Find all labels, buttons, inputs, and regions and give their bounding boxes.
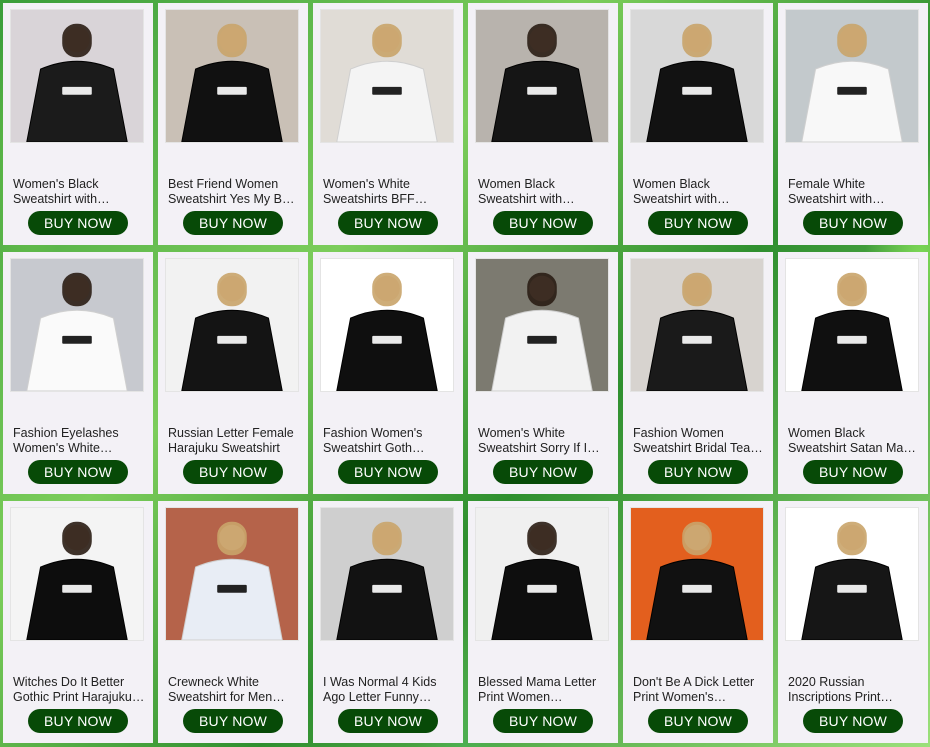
buy-now-button[interactable]: BUY NOW — [338, 460, 438, 484]
product-title[interactable]: Fashion Women Sweatshirt Bridal Team Bri… — [633, 426, 765, 456]
product-image[interactable] — [785, 507, 919, 641]
buy-now-button[interactable]: BUY NOW — [803, 709, 903, 733]
product-title[interactable]: Female White Sweatshirt with Russian Let… — [788, 177, 920, 207]
product-image[interactable] — [165, 258, 299, 392]
product-image[interactable] — [165, 507, 299, 641]
sweatshirt-photo — [786, 10, 918, 142]
product-card-11[interactable]: Fashion Women Sweatshirt Bridal Team Bri… — [623, 252, 773, 494]
product-card-15[interactable]: I Was Normal 4 Kids Ago Letter Funny Swe… — [313, 501, 463, 743]
sweatshirt-photo — [166, 259, 298, 391]
product-title[interactable]: Women's Black Sweatshirt with Slogans — [13, 177, 145, 207]
product-image[interactable] — [10, 507, 144, 641]
sweatshirt-photo — [786, 508, 918, 640]
product-card-12[interactable]: Women Black Sweatshirt Satan Make Me Do … — [778, 252, 928, 494]
buy-now-button[interactable]: BUY NOW — [28, 460, 128, 484]
product-title[interactable]: Best Friend Women Sweatshirt Yes My BFF … — [168, 177, 300, 207]
product-card-5[interactable]: Women Black Sweatshirt with Russian Insc… — [623, 3, 773, 245]
product-title[interactable]: Blessed Mama Letter Print Women Sweatshi… — [478, 675, 610, 705]
product-image[interactable] — [10, 9, 144, 143]
product-card-6[interactable]: Female White Sweatshirt with Russian Let… — [778, 3, 928, 245]
buy-now-button[interactable]: BUY NOW — [648, 211, 748, 235]
sweatshirt-photo — [631, 10, 763, 142]
product-image[interactable] — [165, 9, 299, 143]
buy-now-button[interactable]: BUY NOW — [803, 460, 903, 484]
sweatshirt-photo — [476, 10, 608, 142]
product-image[interactable] — [475, 507, 609, 641]
product-image[interactable] — [630, 258, 764, 392]
product-card-8[interactable]: Russian Letter Female Harajuku Sweatshir… — [158, 252, 308, 494]
sweatshirt-photo — [11, 508, 143, 640]
product-image[interactable] — [475, 9, 609, 143]
buy-now-button[interactable]: BUY NOW — [648, 460, 748, 484]
product-image[interactable] — [10, 258, 144, 392]
sweatshirt-photo — [631, 259, 763, 391]
sweatshirt-photo — [166, 10, 298, 142]
product-card-1[interactable]: Women's Black Sweatshirt with Slogans BU… — [3, 3, 153, 245]
buy-now-button[interactable]: BUY NOW — [183, 211, 283, 235]
product-title[interactable]: Women Black Sweatshirt with Russian Insc… — [633, 177, 765, 207]
product-title[interactable]: Crewneck White Sweatshirt for Men Banana — [168, 675, 300, 705]
sweatshirt-photo — [166, 508, 298, 640]
sweatshirt-photo — [476, 259, 608, 391]
product-title[interactable]: 2020 Russian Inscriptions Print Sweatshi… — [788, 675, 920, 705]
sweatshirt-photo — [321, 508, 453, 640]
product-card-9[interactable]: Fashion Women's Sweatshirt Goth Loneline… — [313, 252, 463, 494]
product-card-10[interactable]: Women's White Sweatshirt Sorry If I Look… — [468, 252, 618, 494]
sweatshirt-photo — [786, 259, 918, 391]
buy-now-button[interactable]: BUY NOW — [493, 460, 593, 484]
product-card-14[interactable]: Crewneck White Sweatshirt for Men Banana… — [158, 501, 308, 743]
buy-now-button[interactable]: BUY NOW — [183, 709, 283, 733]
product-title[interactable]: Fashion Women's Sweatshirt Goth Loneline… — [323, 426, 455, 456]
product-card-7[interactable]: Fashion Eyelashes Women's White Sweatshi… — [3, 252, 153, 494]
buy-now-button[interactable]: BUY NOW — [338, 211, 438, 235]
sweatshirt-photo — [476, 508, 608, 640]
buy-now-button[interactable]: BUY NOW — [183, 460, 283, 484]
product-card-16[interactable]: Blessed Mama Letter Print Women Sweatshi… — [468, 501, 618, 743]
buy-now-button[interactable]: BUY NOW — [803, 211, 903, 235]
buy-now-button[interactable]: BUY NOW — [338, 709, 438, 733]
product-image[interactable] — [475, 258, 609, 392]
product-card-4[interactable]: Women Black Sweatshirt with Russian Lett… — [468, 3, 618, 245]
product-title[interactable]: Fashion Eyelashes Women's White Sweatshi… — [13, 426, 145, 456]
buy-now-button[interactable]: BUY NOW — [28, 709, 128, 733]
buy-now-button[interactable]: BUY NOW — [493, 709, 593, 733]
product-image[interactable] — [785, 9, 919, 143]
sweatshirt-photo — [321, 259, 453, 391]
product-card-2[interactable]: Best Friend Women Sweatshirt Yes My BFF … — [158, 3, 308, 245]
product-title[interactable]: I Was Normal 4 Kids Ago Letter Funny Swe… — [323, 675, 455, 705]
product-image[interactable] — [320, 507, 454, 641]
product-image[interactable] — [320, 258, 454, 392]
product-title[interactable]: Women's White Sweatshirts BFF Burger Fri… — [323, 177, 455, 207]
sweatshirt-photo — [631, 508, 763, 640]
product-grid: Women's Black Sweatshirt with Slogans BU… — [3, 3, 928, 743]
buy-now-button[interactable]: BUY NOW — [28, 211, 128, 235]
product-title[interactable]: Don't Be A Dick Letter Print Women's Swe… — [633, 675, 765, 705]
product-image[interactable] — [320, 9, 454, 143]
sweatshirt-photo — [11, 259, 143, 391]
buy-now-button[interactable]: BUY NOW — [648, 709, 748, 733]
buy-now-button[interactable]: BUY NOW — [493, 211, 593, 235]
product-image[interactable] — [630, 507, 764, 641]
product-card-18[interactable]: 2020 Russian Inscriptions Print Sweatshi… — [778, 501, 928, 743]
product-card-17[interactable]: Don't Be A Dick Letter Print Women's Swe… — [623, 501, 773, 743]
sweatshirt-photo — [11, 10, 143, 142]
product-title[interactable]: Women's White Sweatshirt Sorry If I Look… — [478, 426, 610, 456]
product-card-13[interactable]: Witches Do It Better Gothic Print Haraju… — [3, 501, 153, 743]
product-image[interactable] — [785, 258, 919, 392]
product-title[interactable]: Women Black Sweatshirt Satan Make Me Do … — [788, 426, 920, 456]
sweatshirt-photo — [321, 10, 453, 142]
product-title[interactable]: Witches Do It Better Gothic Print Haraju… — [13, 675, 145, 705]
product-card-3[interactable]: Women's White Sweatshirts BFF Burger Fri… — [313, 3, 463, 245]
product-image[interactable] — [630, 9, 764, 143]
product-title[interactable]: Women Black Sweatshirt with Russian Lett… — [478, 177, 610, 207]
product-title[interactable]: Russian Letter Female Harajuku Sweatshir… — [168, 426, 300, 456]
